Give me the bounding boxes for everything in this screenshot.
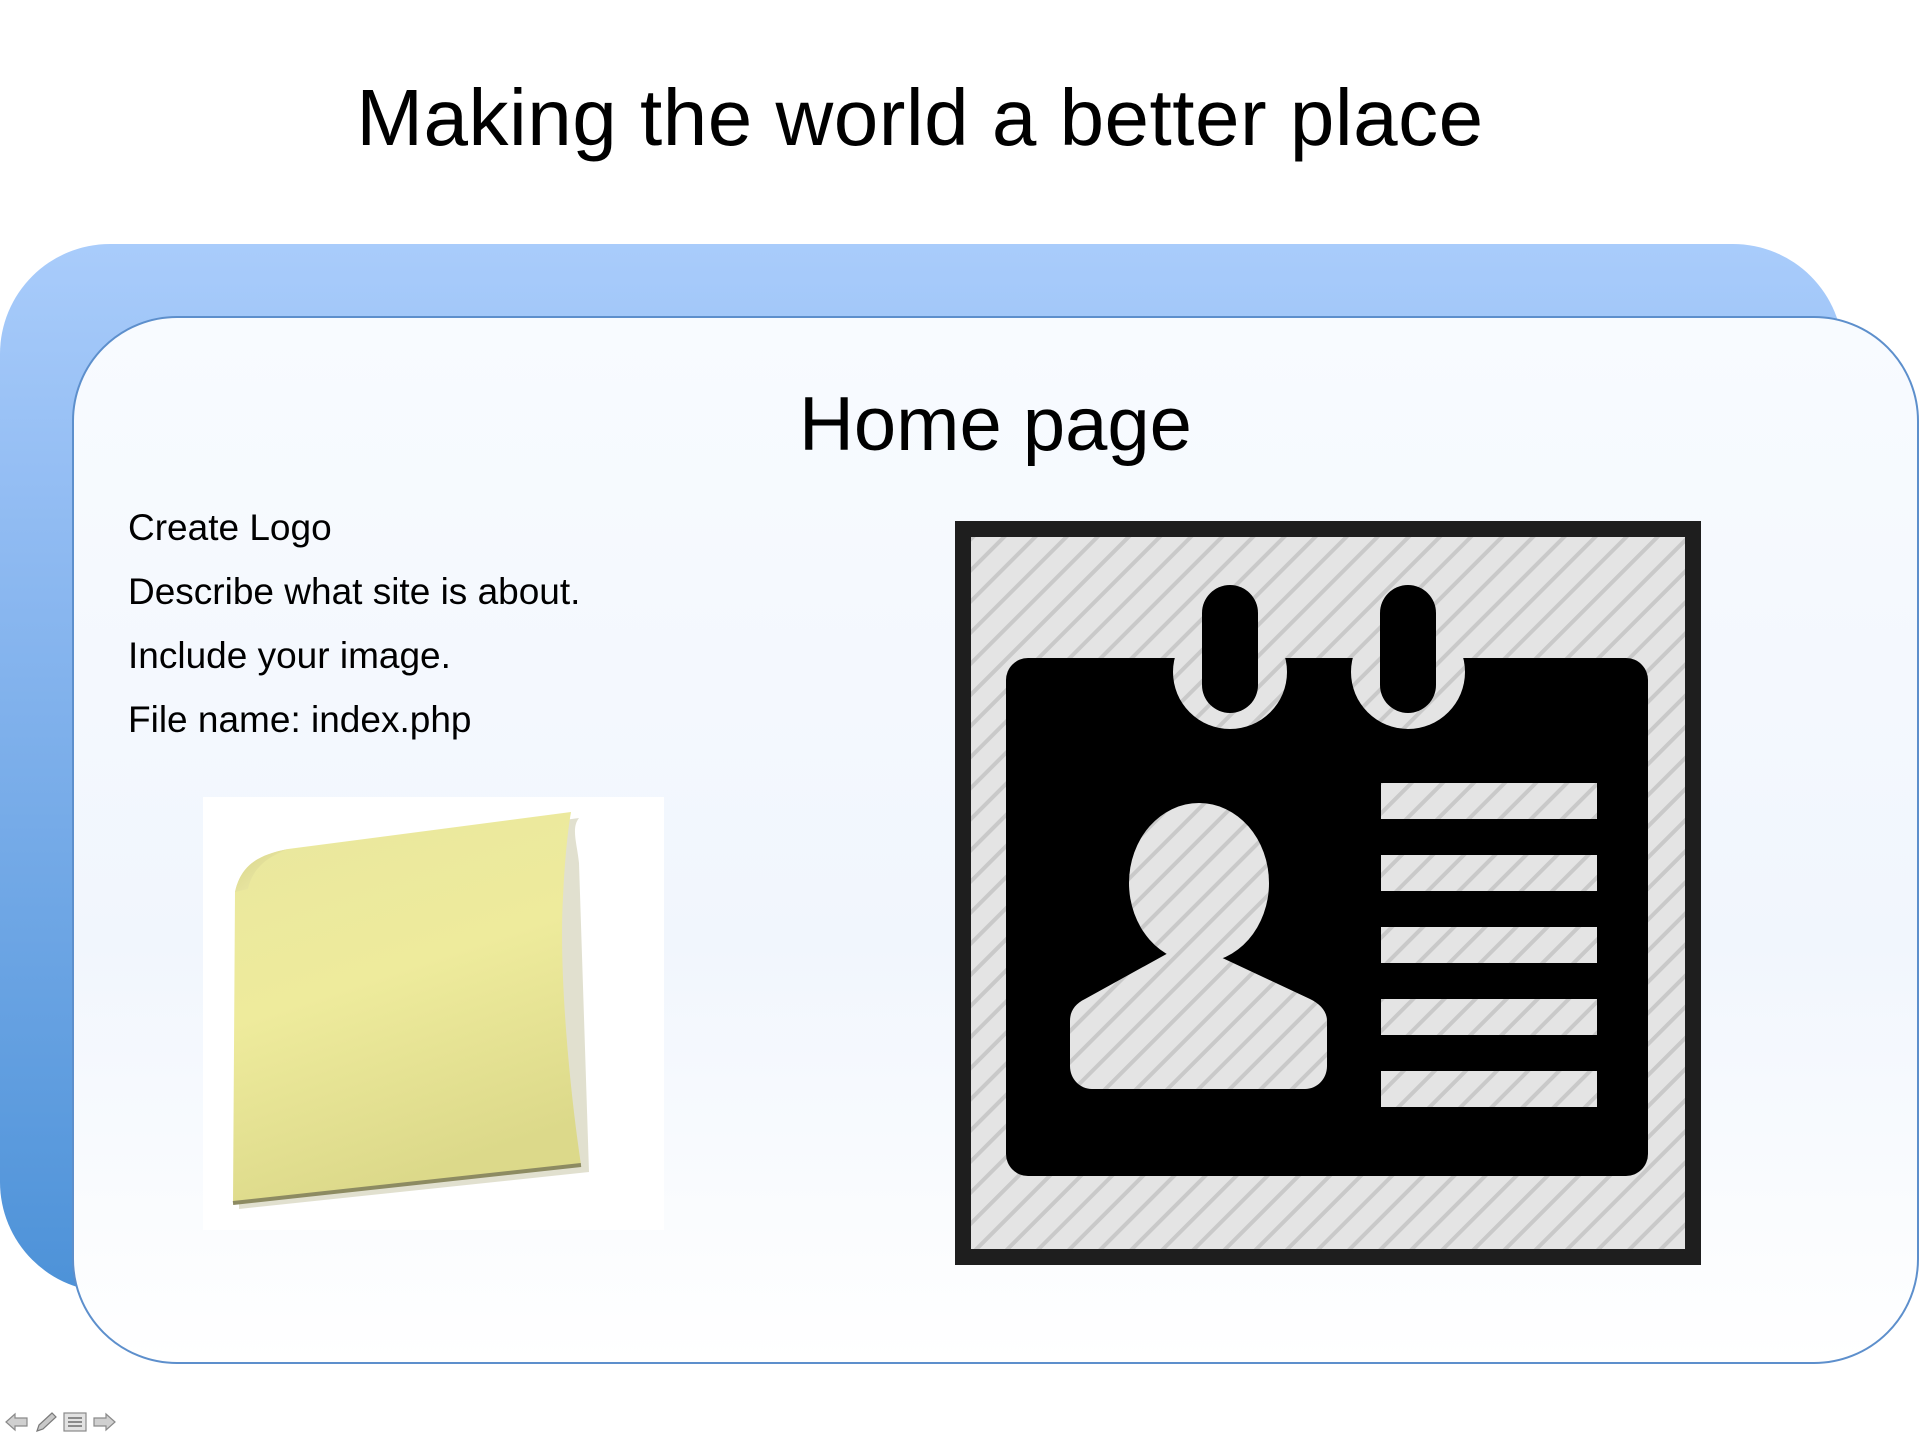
menu-icon[interactable]: [62, 1411, 88, 1433]
sticky-note-icon: [232, 812, 589, 1209]
slide: Making the world a better place Home pag…: [0, 0, 1919, 1435]
instruction-item: Include your image.: [128, 635, 451, 676]
slideshow-controls: [4, 1411, 117, 1433]
pen-icon[interactable]: [33, 1411, 59, 1433]
id-badge-icon: [971, 537, 1685, 1249]
instruction-item: Describe what site is about.: [128, 571, 581, 612]
instruction-list: Create Logo Describe what site is about.…: [128, 502, 580, 758]
previous-arrow-icon[interactable]: [4, 1411, 30, 1433]
next-arrow-icon[interactable]: [91, 1411, 117, 1433]
instruction-item: Create Logo: [128, 507, 332, 548]
sticky-note-image: [203, 797, 664, 1230]
panel-title: Home page: [799, 382, 1192, 467]
id-badge-image: [955, 521, 1701, 1265]
slide-title: Making the world a better place: [356, 73, 1484, 162]
instruction-item: File name: index.php: [128, 699, 472, 740]
